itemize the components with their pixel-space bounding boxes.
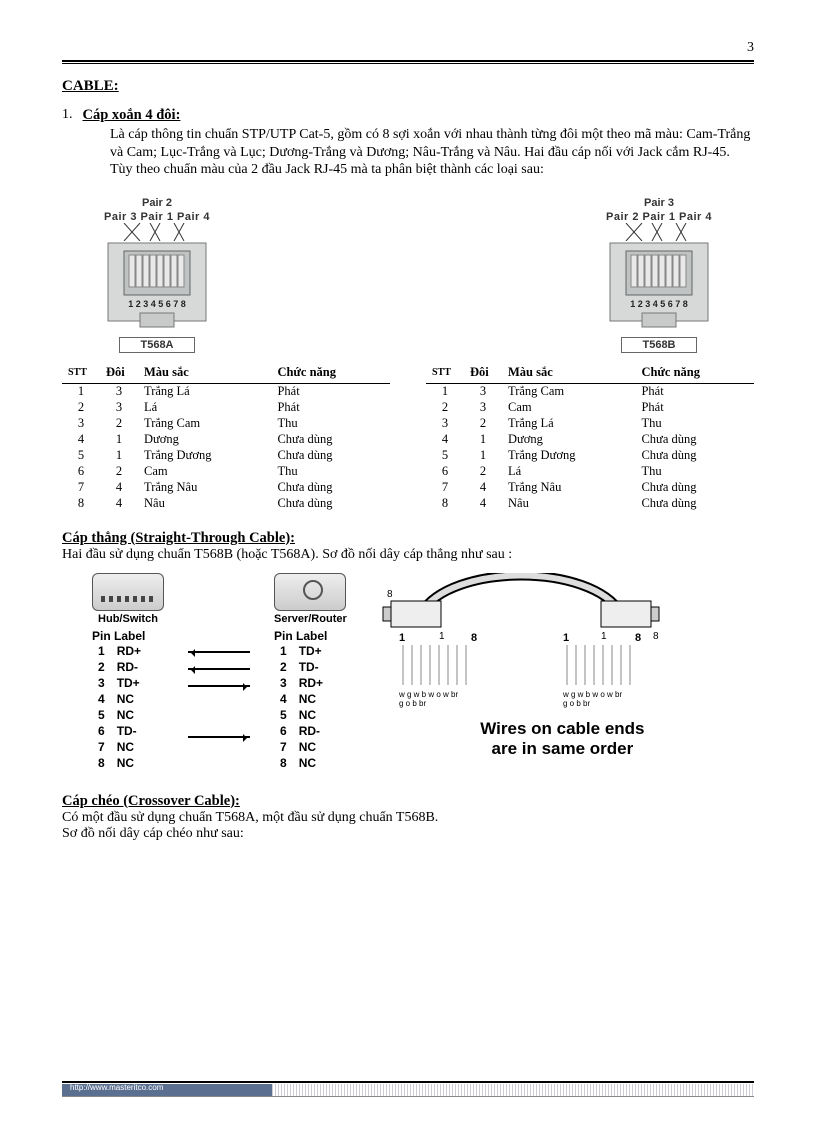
list-number: 1. [62,107,73,124]
th-chuc: Chức năng [271,363,390,384]
th-chuc: Chức năng [635,363,754,384]
jack-a-label: T568A [119,337,194,353]
table-row: 51Trắng DươngChưa dùng [62,448,390,464]
table-row: 62CamThu [62,464,390,480]
svg-text:8: 8 [653,631,659,642]
table-row: 62LáThu [426,464,754,480]
server-router-label: Server/Router [274,613,347,625]
svg-text:1: 1 [399,632,405,644]
jack-a-top-pair: Pair 2 [102,197,212,209]
crossover-heading: Cáp chéo (Crossover Cable): [62,793,240,809]
pin-header-left: Pin Label [92,629,164,643]
th-stt: STT [426,363,464,384]
straight-heading: Cáp thẳng (Straight-Through Cable): [62,530,295,546]
svg-text:1 2 3 4 5 6 7 8: 1 2 3 4 5 6 7 8 [128,299,186,309]
rj45-jack-t568a: Pair 2 Pair 3 Pair 1 Pair 4 1 2 3 4 5 6 … [102,197,212,353]
svg-text:w g w b w o w br: w g w b w o w br [398,690,458,699]
wires-caption-1: Wires on cable ends [480,719,644,738]
page-footer: http://www.masteritco.com [62,1077,754,1097]
th-doi: Đôi [100,363,138,384]
svg-text:8: 8 [471,632,477,644]
table-row: 32Trắng CamThu [62,416,390,432]
table-row: 51Trắng DươngChưa dùng [426,448,754,464]
rj45-icon: 1 2 3 4 5 6 7 8 [604,241,714,333]
crossover-line2: Sơ đồ nối dây cáp chéo như sau: [62,826,244,841]
section-title: CABLE: [62,78,754,95]
svg-text:1 2 3 4 5 6 7 8: 1 2 3 4 5 6 7 8 [630,299,688,309]
rj45-jack-t568b: Pair 3 Pair 2 Pair 1 Pair 4 1 2 3 4 5 6 … [604,197,714,353]
table-row: 23LáPhát [62,400,390,416]
rj45-icon: 1 2 3 4 5 6 7 8 [102,241,212,333]
subsection-heading: Cáp xoắn 4 đôi: [83,107,181,124]
hub-switch-label: Hub/Switch [92,613,164,625]
table-row: 13Trắng LáPhát [62,383,390,400]
svg-text:g o b br: g o b br [399,699,426,708]
pin-mapping-block: Hub/Switch Pin Label 1RD+2RD-3TD+4NC5NC6… [92,573,347,779]
table-row: 23CamPhát [426,400,754,416]
svg-text:1: 1 [601,631,607,642]
paragraph-cable-intro: Là cáp thông tin chuẩn STP/UTP Cat-5, gồ… [110,126,754,179]
table-row: 41DươngChưa dùng [426,432,754,448]
table-row: 84NâuChưa dùng [426,496,754,512]
svg-text:8: 8 [387,589,393,600]
jack-b-label: T568B [621,337,696,353]
wires-caption-2: are in same order [492,739,634,758]
table-row: 41DươngChưa dùng [62,432,390,448]
svg-text:w g w b w o w br: w g w b w o w br [562,690,622,699]
cable-ends-diagram: 8 1 1 8 1 8 w g w b w o w br [371,573,754,760]
hub-switch-icon [92,573,164,611]
footer-url: http://www.masteritco.com [70,1083,163,1092]
jack-b-mid-pairs: Pair 2 Pair 1 Pair 4 [604,211,714,223]
svg-text:8: 8 [635,632,641,644]
table-row: 32Trắng LáThu [426,416,754,432]
table-row: 84NâuChưa dùng [62,496,390,512]
svg-text:g o b br: g o b br [563,699,590,708]
server-router-icon [274,573,346,611]
pin-header-right: Pin Label [274,629,347,643]
jack-a-mid-pairs: Pair 3 Pair 1 Pair 4 [102,211,212,223]
page-number: 3 [62,40,754,56]
th-doi: Đôi [464,363,502,384]
th-mau: Màu sắc [502,363,635,384]
color-table-t568a: STT Đôi Màu sắc Chức năng 13Trắng LáPhát… [62,363,390,512]
th-stt: STT [62,363,100,384]
crossover-line1: Có một đầu sử dụng chuẩn T568A, một đầu … [62,810,438,825]
jack-b-top-pair: Pair 3 [604,197,714,209]
color-table-t568b: STT Đôi Màu sắc Chức năng 13Trắng CamPhá… [426,363,754,512]
svg-text:1: 1 [439,631,445,642]
rule-top-1 [62,60,754,62]
rule-top-2 [62,63,754,64]
table-row: 74Trắng NâuChưa dùng [62,480,390,496]
table-row: 74Trắng NâuChưa dùng [426,480,754,496]
straight-desc: Hai đầu sử dụng chuẩn T568B (hoặc T568A)… [62,547,512,562]
th-mau: Màu sắc [138,363,271,384]
table-row: 13Trắng CamPhát [426,383,754,400]
svg-text:1: 1 [563,632,569,644]
